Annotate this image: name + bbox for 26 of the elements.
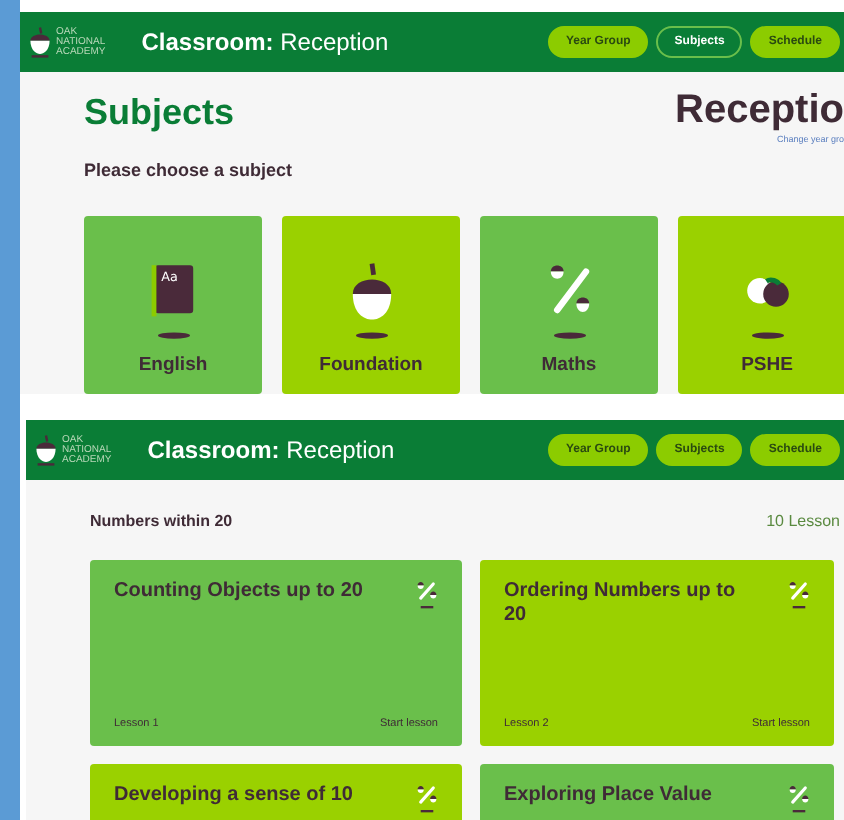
lesson-title: Counting Objects up to 20 — [114, 580, 363, 604]
percent-acorn-icon — [416, 784, 438, 814]
percent-acorn-icon — [416, 580, 438, 610]
prompt-text: Please choose a subject — [84, 160, 295, 180]
lesson-count: 10 Lesson — [766, 511, 840, 529]
lesson-title: Exploring Place Value — [504, 784, 712, 808]
subject-name: PSHE — [741, 354, 793, 376]
lesson-title: Developing a sense of 10 — [114, 784, 353, 808]
lesson-card[interactable]: Developing a sense of 10 — [90, 764, 462, 820]
subject-tile[interactable]: Maths — [480, 216, 658, 394]
percent-acorn-icon — [788, 580, 810, 610]
acorn-logo-icon — [34, 432, 58, 468]
page-heading: Subjects — [84, 92, 235, 134]
year-heading: Receptio — [675, 88, 844, 134]
subject-name: Foundation — [319, 354, 423, 376]
unit-title: Numbers within 20 — [90, 511, 233, 529]
lesson-title: Ordering Numbers up to 20 — [504, 580, 738, 628]
subject-tile[interactable]: PSHE — [678, 216, 844, 394]
acorn-logo-icon — [28, 24, 52, 60]
lesson-card[interactable]: Exploring Place Value — [480, 764, 834, 820]
classroom-title: Classroom: Reception — [141, 28, 389, 56]
subject-name: Maths — [541, 354, 597, 376]
subject-tile[interactable]: Foundation — [282, 216, 460, 394]
subject-name: English — [138, 354, 208, 376]
percent-acorn-icon — [788, 784, 810, 814]
classroom-title: Classroom: Reception — [147, 436, 395, 464]
